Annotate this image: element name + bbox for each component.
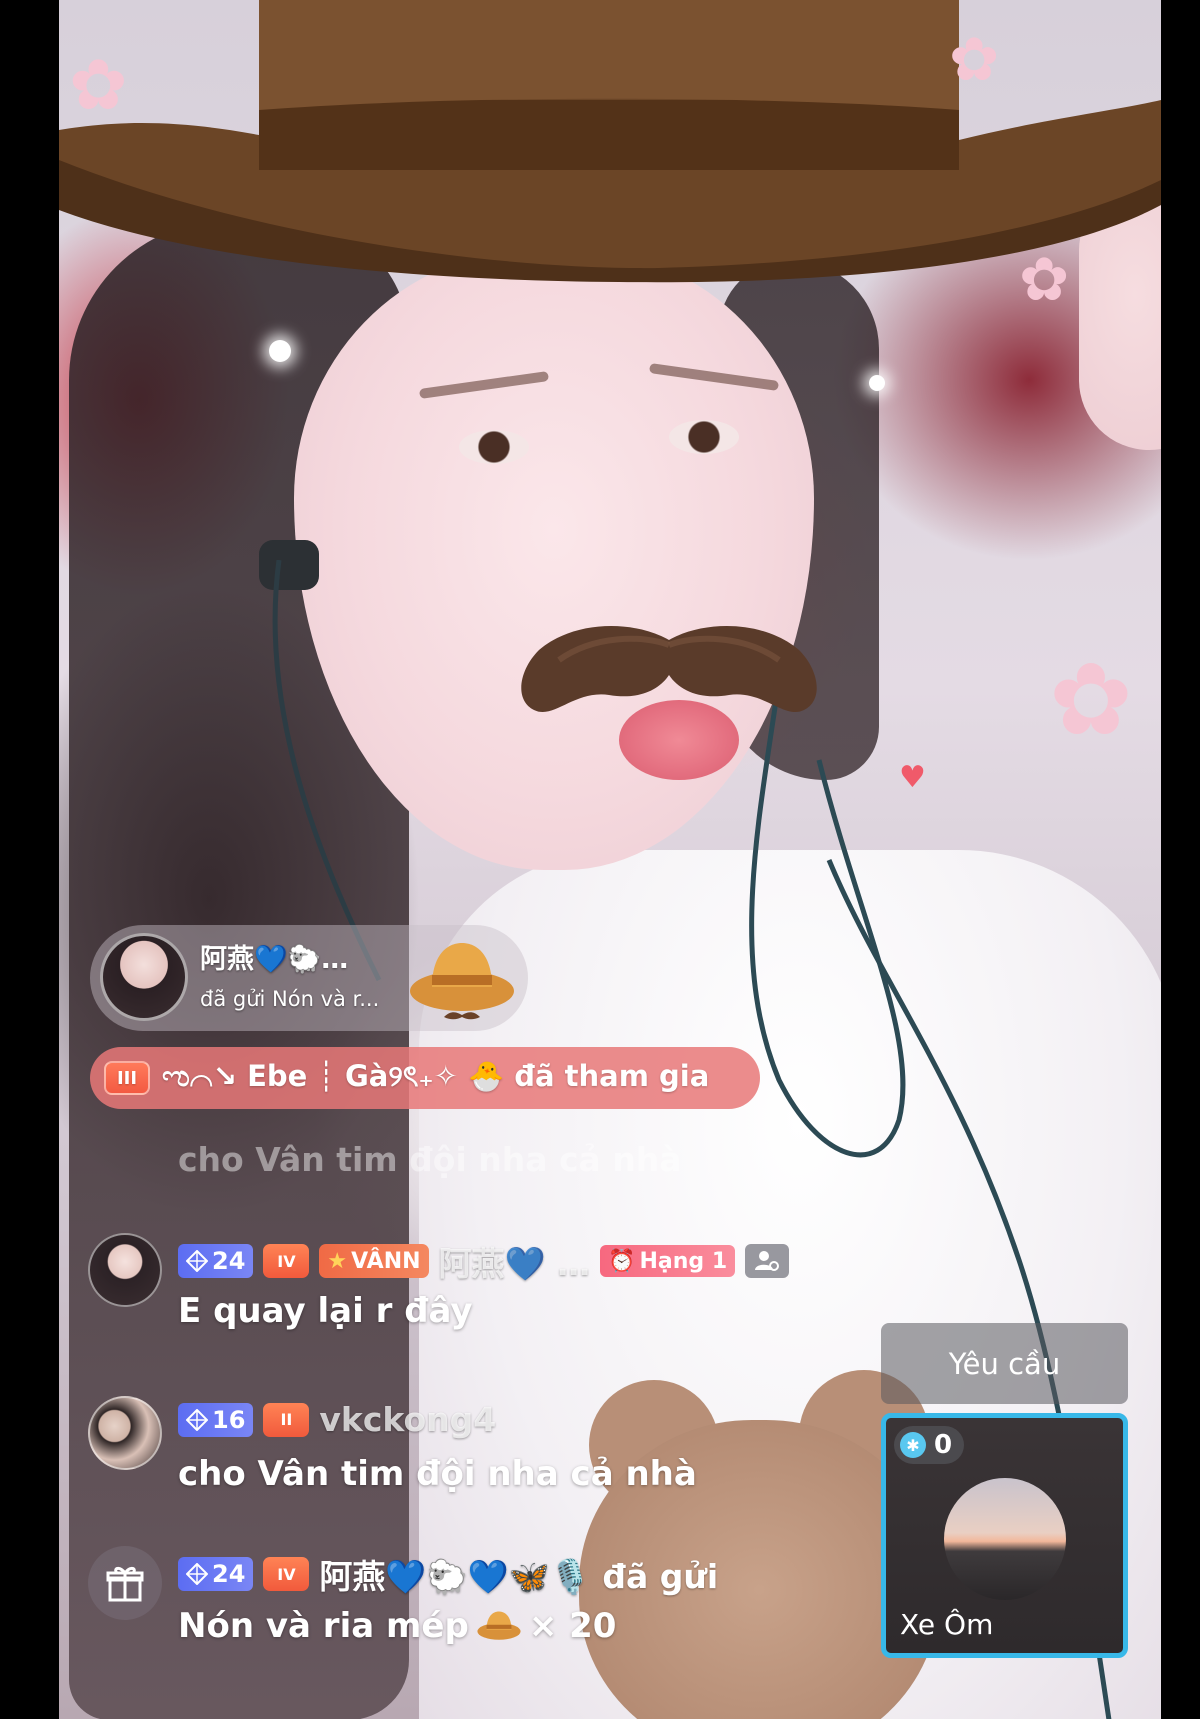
chat-username[interactable]: vkckong4	[319, 1400, 496, 1439]
gift-icon	[88, 1546, 162, 1620]
chat-text: E quay lại r đây	[178, 1291, 473, 1331]
eye	[459, 430, 529, 464]
avatar[interactable]	[88, 1396, 162, 1470]
sparkle	[269, 340, 291, 362]
chat-text: Nón và ria mép × 20	[178, 1604, 616, 1648]
crown-icon: ★	[327, 1248, 348, 1274]
group-icon	[745, 1244, 790, 1278]
sparkle	[869, 375, 885, 391]
avatar[interactable]	[88, 1233, 162, 1307]
gift-banner[interactable]: 阿燕💙🐑… đã gửi Nón và r...	[90, 925, 528, 1031]
heart-icon: ♥	[899, 760, 926, 795]
flower-decoration: ✿	[69, 44, 128, 126]
flower-decoration: ✿	[949, 25, 1000, 95]
eye	[669, 420, 739, 454]
fan-level-badge: II	[263, 1402, 310, 1437]
cowboy-hat-gift-icon	[477, 1611, 521, 1640]
chat-text: cho Vân tim đội nha cả nhà	[178, 1454, 697, 1494]
join-notification: III ಌ⌒↘ Ebe ┊ Gà୨ৎ₊✧ 🐣 đã tham gia	[90, 1047, 760, 1109]
rank-badge: ⏰ Hạng 1	[600, 1245, 736, 1277]
gift-sender-name: 阿燕💙🐑…	[200, 944, 349, 975]
request-button[interactable]: Yêu cầu	[881, 1323, 1128, 1404]
gift-name: Nón và ria mép	[178, 1606, 469, 1646]
fan-level-badge: III	[104, 1061, 150, 1095]
diamond-icon	[186, 1408, 208, 1431]
chat-header: 16 II vkckong4	[178, 1400, 496, 1439]
faded-chat-message: cho Vân tim đội nha cả nhà	[178, 1140, 682, 1179]
flower-decoration: ✿	[1049, 641, 1133, 758]
chat-username[interactable]: 阿燕💙 …	[439, 1237, 591, 1285]
guest-card[interactable]: ✱ 0 Xe Ôm	[881, 1413, 1128, 1658]
diamond-icon	[186, 1563, 208, 1585]
fan-level-badge: IV	[263, 1244, 310, 1278]
fan-level-badge: IV	[263, 1557, 310, 1591]
avatar[interactable]	[944, 1478, 1066, 1600]
live-stream-screen: ✿ ✿ ✿ ✿ ♥ 阿燕💙🐑… đã gửi Nón và r... III ಌ…	[0, 0, 1200, 1719]
rank-icon: ⏰	[608, 1248, 636, 1274]
diamond-icon	[186, 1250, 208, 1272]
chat-username[interactable]: 阿燕💙🐑💙🦋🎙️ đã gửi	[319, 1550, 718, 1598]
gift-count: × 20	[528, 1606, 617, 1646]
guest-name: Xe Ôm	[900, 1608, 994, 1641]
guest-score: ✱ 0	[894, 1426, 965, 1464]
score-icon: ✱	[900, 1432, 926, 1458]
fan-club-badge: ★ VÂNN	[319, 1244, 429, 1278]
user-level-badge: 24	[178, 1244, 254, 1278]
chat-header: 24 IV ★ VÂNN 阿燕💙 … ⏰ Hạng 1	[178, 1237, 790, 1285]
mustache-effect	[521, 626, 817, 713]
flower-decoration: ✿	[1019, 245, 1070, 315]
cowboy-hat-gift-icon	[410, 943, 514, 1020]
avatar[interactable]	[100, 933, 188, 1021]
user-level-badge: 16	[178, 1402, 254, 1437]
join-text: ಌ⌒↘ Ebe ┊ Gà୨ৎ₊✧ 🐣 đã tham gia	[162, 1058, 710, 1093]
user-level-badge: 24	[178, 1557, 254, 1591]
gift-description: đã gửi Nón và r...	[200, 987, 380, 1011]
chat-header: 24 IV 阿燕💙🐑💙🦋🎙️ đã gửi	[178, 1550, 718, 1598]
